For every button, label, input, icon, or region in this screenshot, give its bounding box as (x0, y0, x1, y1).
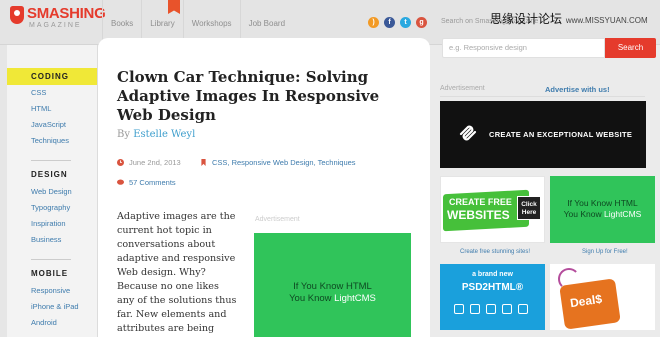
ad-line2-brand: LightCMS (334, 293, 376, 304)
sidebar-item-techniques[interactable]: Techniques (31, 136, 69, 145)
section-divider (31, 160, 71, 161)
sidebar-item-responsive[interactable]: Responsive (31, 286, 70, 295)
logo-title: SMASHING (27, 5, 106, 22)
sidebar-strip (0, 45, 7, 337)
section-mobile[interactable]: MOBILE (7, 265, 97, 282)
ad-line1: If You Know HTML (293, 281, 372, 292)
sidebar-item-inspiration[interactable]: Inspiration (31, 219, 66, 228)
tile3-line1: a brand new (472, 271, 513, 278)
googleplus-icon[interactable]: g (416, 17, 427, 28)
social-links: ) f t g (368, 17, 427, 28)
comments: 57 Comments (117, 178, 176, 187)
twitter-icon[interactable]: t (400, 17, 411, 28)
section-design[interactable]: DESIGN (7, 166, 97, 183)
advertise-link[interactable]: Advertise with us! (545, 85, 610, 94)
ad-label: Advertisement (255, 216, 300, 223)
article-title[interactable]: Clown Car Technique: Solving Adaptive Im… (117, 68, 407, 125)
sidebar-item-business[interactable]: Business (31, 235, 61, 244)
tile1-line2: WEBSITES (447, 208, 510, 222)
squarespace-banner[interactable]: CREATE AN EXCEPTIONAL WEBSITE (440, 101, 646, 168)
clock-icon (117, 159, 124, 166)
rail-ad-label: Advertisement (440, 85, 485, 92)
ad-line2-prefix: You Know (289, 293, 335, 304)
banner-text: CREATE AN EXCEPTIONAL WEBSITE (489, 130, 633, 139)
article-panel: Clown Car Technique: Solving Adaptive Im… (98, 38, 430, 337)
lightcms-ad[interactable]: If You Know HTML You Know LightCMS (254, 233, 411, 337)
click-here-button[interactable]: Click Here (517, 196, 541, 220)
tile3-line2: PSD2HTML® (461, 282, 524, 293)
feature-icon (518, 304, 528, 314)
feature-icon (470, 304, 480, 314)
section-divider (31, 259, 71, 260)
feature-icon (486, 304, 496, 314)
category-links[interactable]: CSS, Responsive Web Design, Techniques (212, 158, 356, 167)
search-button[interactable]: Search (605, 38, 656, 58)
section-coding[interactable]: CODING (7, 68, 97, 85)
tile2-line1: If You Know HTML (567, 198, 638, 208)
psd2html-ad[interactable]: a brand new PSD2HTML® (440, 264, 545, 330)
right-rail: e.g. Responsive design Search Advertisem… (430, 38, 660, 337)
category-sidebar: CODING CSS HTML JavaScript Techniques DE… (0, 45, 98, 337)
squarespace-logo-icon (459, 125, 477, 141)
rss-icon[interactable]: ) (368, 17, 379, 28)
rail-divider (440, 96, 645, 97)
publish-date: June 2nd, 2013 (117, 158, 181, 167)
article-body: Adaptive images are the current hot topi… (117, 211, 237, 334)
tile2-caption[interactable]: Sign Up for Free! (582, 249, 628, 255)
sidebar-item-iphone-ipad[interactable]: iPhone & iPad (31, 302, 79, 311)
comment-icon (117, 179, 124, 185)
search-input[interactable]: e.g. Responsive design (442, 38, 605, 58)
tile1-caption[interactable]: Create free stunning sites! (460, 249, 530, 255)
smashing-logo[interactable]: SMASHING MAGAZINE (10, 5, 106, 30)
tile1-line1: CREATE FREE (449, 197, 512, 207)
logo-mark-icon (10, 6, 24, 24)
sidebar-item-android[interactable]: Android (31, 318, 57, 327)
deals-ad[interactable]: Deal$ (550, 264, 655, 330)
sidebar-item-html[interactable]: HTML (31, 104, 51, 113)
byline: By Estelle Weyl (117, 129, 195, 140)
byline-prefix: By (117, 129, 130, 140)
sidebar-item-web-design[interactable]: Web Design (31, 187, 72, 196)
site-watermark: 思缘设计论坛 www.MISSYUAN.COM (490, 10, 648, 27)
watermark-url: www.MISSYUAN.COM (565, 16, 648, 25)
sidebar-item-css[interactable]: CSS (31, 88, 46, 97)
date-text: June 2nd, 2013 (129, 158, 181, 167)
comments-link[interactable]: 57 Comments (129, 178, 176, 187)
logo-subtitle: MAGAZINE (29, 22, 82, 29)
create-free-websites-ad[interactable]: CREATE FREE WEBSITES Click Here (440, 176, 545, 243)
facebook-icon[interactable]: f (384, 17, 395, 28)
tile2-line2-brand: LightCMS (604, 209, 642, 219)
tile2-line2-prefix: You Know (563, 209, 604, 219)
sidebar-item-typography[interactable]: Typography (31, 203, 70, 212)
feature-icon (454, 304, 464, 314)
watermark-text: 思缘设计论坛 (490, 12, 563, 26)
categories: CSS, Responsive Web Design, Techniques (200, 158, 356, 167)
bookmark-icon (201, 159, 206, 166)
author-link[interactable]: Estelle Weyl (133, 129, 195, 140)
lightcms-tile-ad[interactable]: If You Know HTML You Know LightCMS (550, 176, 655, 243)
sidebar-item-javascript[interactable]: JavaScript (31, 120, 66, 129)
feature-icon (502, 304, 512, 314)
